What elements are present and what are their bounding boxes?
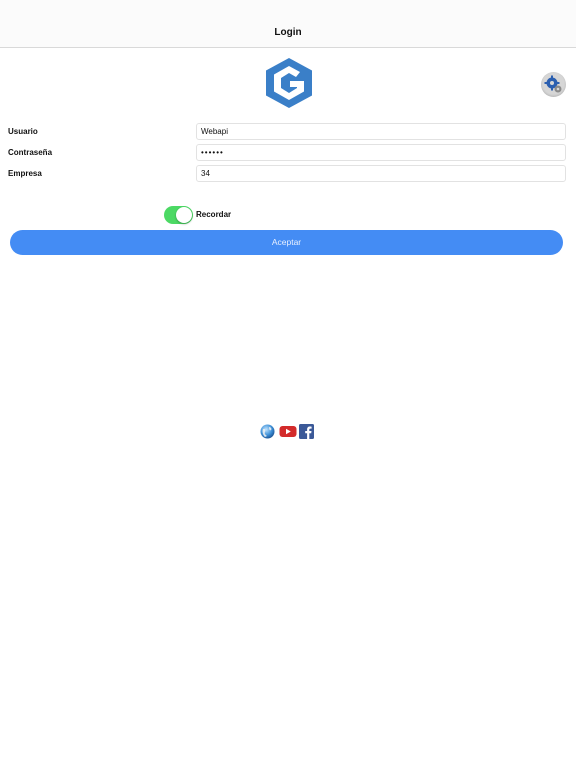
gears-icon xyxy=(544,75,562,93)
g-hexagon-logo xyxy=(266,58,312,108)
globe-icon[interactable] xyxy=(260,424,275,439)
empresa-field[interactable] xyxy=(196,165,566,182)
usuario-field[interactable] xyxy=(196,123,566,140)
facebook-icon[interactable] xyxy=(299,424,314,439)
usuario-label: Usuario xyxy=(8,127,38,136)
accept-button[interactable]: Aceptar xyxy=(10,230,563,255)
settings-button[interactable] xyxy=(541,72,566,97)
password-field[interactable] xyxy=(196,144,566,161)
navigation-bar: Login xyxy=(0,0,576,48)
youtube-icon[interactable] xyxy=(279,424,297,439)
toggle-knob xyxy=(176,207,192,223)
page-title: Login xyxy=(274,27,302,38)
remember-label: Recordar xyxy=(196,210,232,219)
empresa-label: Empresa xyxy=(8,169,42,178)
password-label: Contraseña xyxy=(8,148,53,157)
remember-toggle[interactable] xyxy=(164,206,193,224)
